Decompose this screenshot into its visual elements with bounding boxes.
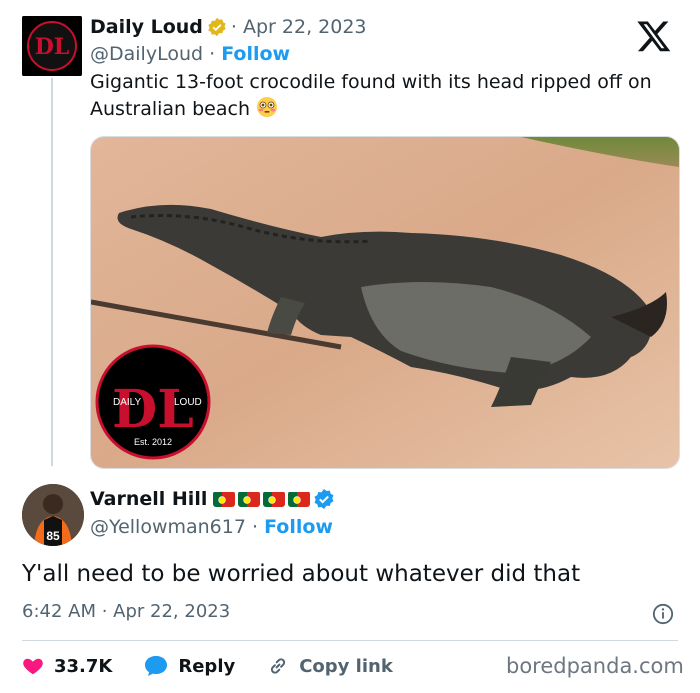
copy-link-button[interactable]: Copy link (267, 655, 393, 677)
watermark-right: LOUD (174, 397, 202, 408)
info-icon[interactable] (652, 603, 674, 625)
quoted-handle[interactable]: @DailyLoud (90, 43, 203, 65)
portugal-flag-icon (238, 491, 261, 507)
watermark-est: Est. 2012 (134, 437, 172, 447)
handle-dot: · (209, 43, 222, 65)
verified-gold-icon (208, 17, 226, 37)
portugal-flag-icon (288, 491, 311, 507)
boredpanda-watermark: boredpanda.com (506, 654, 684, 678)
reply-label: Reply (178, 655, 236, 677)
reply-icon (145, 656, 168, 676)
main-handle-row: @Yellowman617 · Follow (90, 516, 333, 538)
main-handle[interactable]: @Yellowman617 (90, 516, 246, 538)
reply-button[interactable]: Reply (144, 655, 235, 677)
varnell-hill-avatar[interactable]: 85 (22, 484, 84, 546)
handle-dot: · (252, 516, 265, 538)
quoted-dot: · (230, 16, 243, 38)
like-button[interactable]: 33.7K (22, 655, 112, 677)
quoted-tweet-text: Gigantic 13-foot crocodile found with it… (90, 69, 670, 123)
copy-link-label: Copy link (299, 655, 393, 677)
portugal-flag-icon (213, 491, 236, 507)
main-follow-button[interactable]: Follow (264, 516, 333, 538)
flushed-face-emoji (257, 97, 278, 117)
watermark-left: DAILY (113, 397, 141, 408)
x-logo-icon[interactable] (636, 18, 672, 54)
quoted-follow-button[interactable]: Follow (221, 43, 290, 65)
action-bar: 33.7K Reply Copy link (22, 652, 425, 680)
divider (22, 640, 678, 641)
thread-line (51, 78, 53, 466)
daily-loud-logo-icon: DL (22, 16, 82, 76)
quoted-author-name[interactable]: Daily Loud (90, 16, 203, 38)
portugal-flag-icon (263, 491, 286, 507)
tweet-media-image[interactable]: DL DAILY LOUD Est. 2012 (90, 136, 680, 469)
main-tweet-text: Y'all need to be worried about whatever … (22, 561, 581, 587)
main-author-name[interactable]: Varnell Hill (90, 488, 207, 510)
like-count: 33.7K (54, 655, 113, 677)
quoted-text-body: Gigantic 13-foot crocodile found with it… (90, 71, 652, 120)
crocodile-photo: DL DAILY LOUD Est. 2012 (91, 137, 679, 468)
main-timestamp[interactable]: 6:42 AM · Apr 22, 2023 (22, 601, 230, 622)
verified-blue-icon (314, 489, 334, 509)
avatar-logo-letters: DL (35, 34, 70, 60)
quoted-handle-row: @DailyLoud · Follow (90, 43, 290, 65)
heart-icon (23, 658, 43, 675)
avatar-photo: 85 (22, 484, 84, 546)
daily-loud-avatar[interactable]: DL (22, 16, 82, 76)
watermark-letters: DL (112, 379, 194, 440)
quoted-header: Daily Loud · Apr 22, 2023 (90, 16, 367, 38)
main-author-row: Varnell Hill (90, 488, 335, 510)
link-icon (271, 658, 286, 674)
avatar-jersey-number: 85 (46, 529, 60, 543)
quoted-date[interactable]: Apr 22, 2023 (243, 16, 367, 38)
daily-loud-watermark: DL DAILY LOUD Est. 2012 (95, 344, 211, 460)
